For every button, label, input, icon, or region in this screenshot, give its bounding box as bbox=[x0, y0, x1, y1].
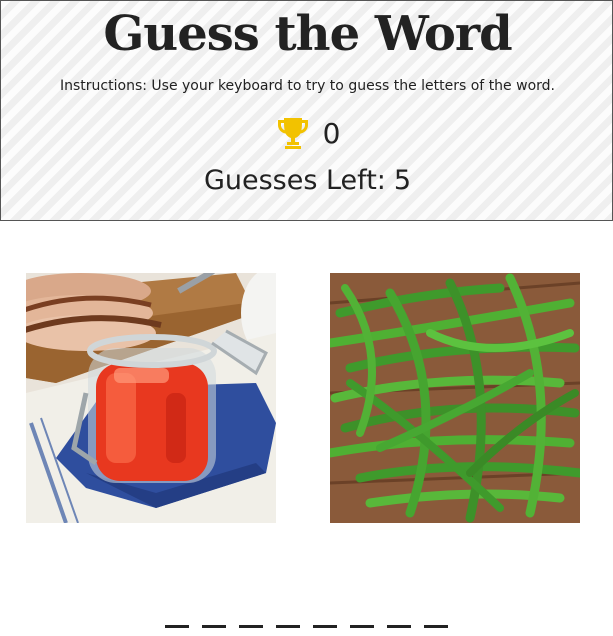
letter-blank bbox=[313, 590, 337, 628]
game-header: Guess the Word Instructions: Use your ke… bbox=[0, 0, 613, 221]
guesses-left: Guesses Left: 5 bbox=[1, 161, 613, 201]
letter-blank bbox=[387, 590, 411, 628]
letter-blank bbox=[424, 590, 448, 628]
word-blanks bbox=[0, 590, 613, 628]
green-beans-illustration bbox=[330, 273, 580, 523]
page-title: Guess the Word bbox=[103, 6, 512, 62]
jelly-jar-illustration bbox=[26, 273, 276, 523]
guesses-label: Guesses Left: bbox=[203, 165, 386, 196]
letter-blank bbox=[350, 590, 374, 628]
instructions-text: Instructions: Use your keyboard to try t… bbox=[60, 78, 555, 94]
letter-blank bbox=[202, 590, 226, 628]
guesses-value: 5 bbox=[393, 165, 412, 196]
green-beans-photo bbox=[330, 273, 580, 523]
letter-blank bbox=[165, 590, 189, 628]
score-value: 0 bbox=[322, 116, 341, 150]
trophy-icon bbox=[277, 118, 308, 149]
letter-blank bbox=[239, 590, 263, 628]
letter-blank bbox=[276, 590, 300, 628]
score-row: 0 bbox=[1, 113, 613, 153]
jelly-jar-photo bbox=[26, 273, 276, 523]
